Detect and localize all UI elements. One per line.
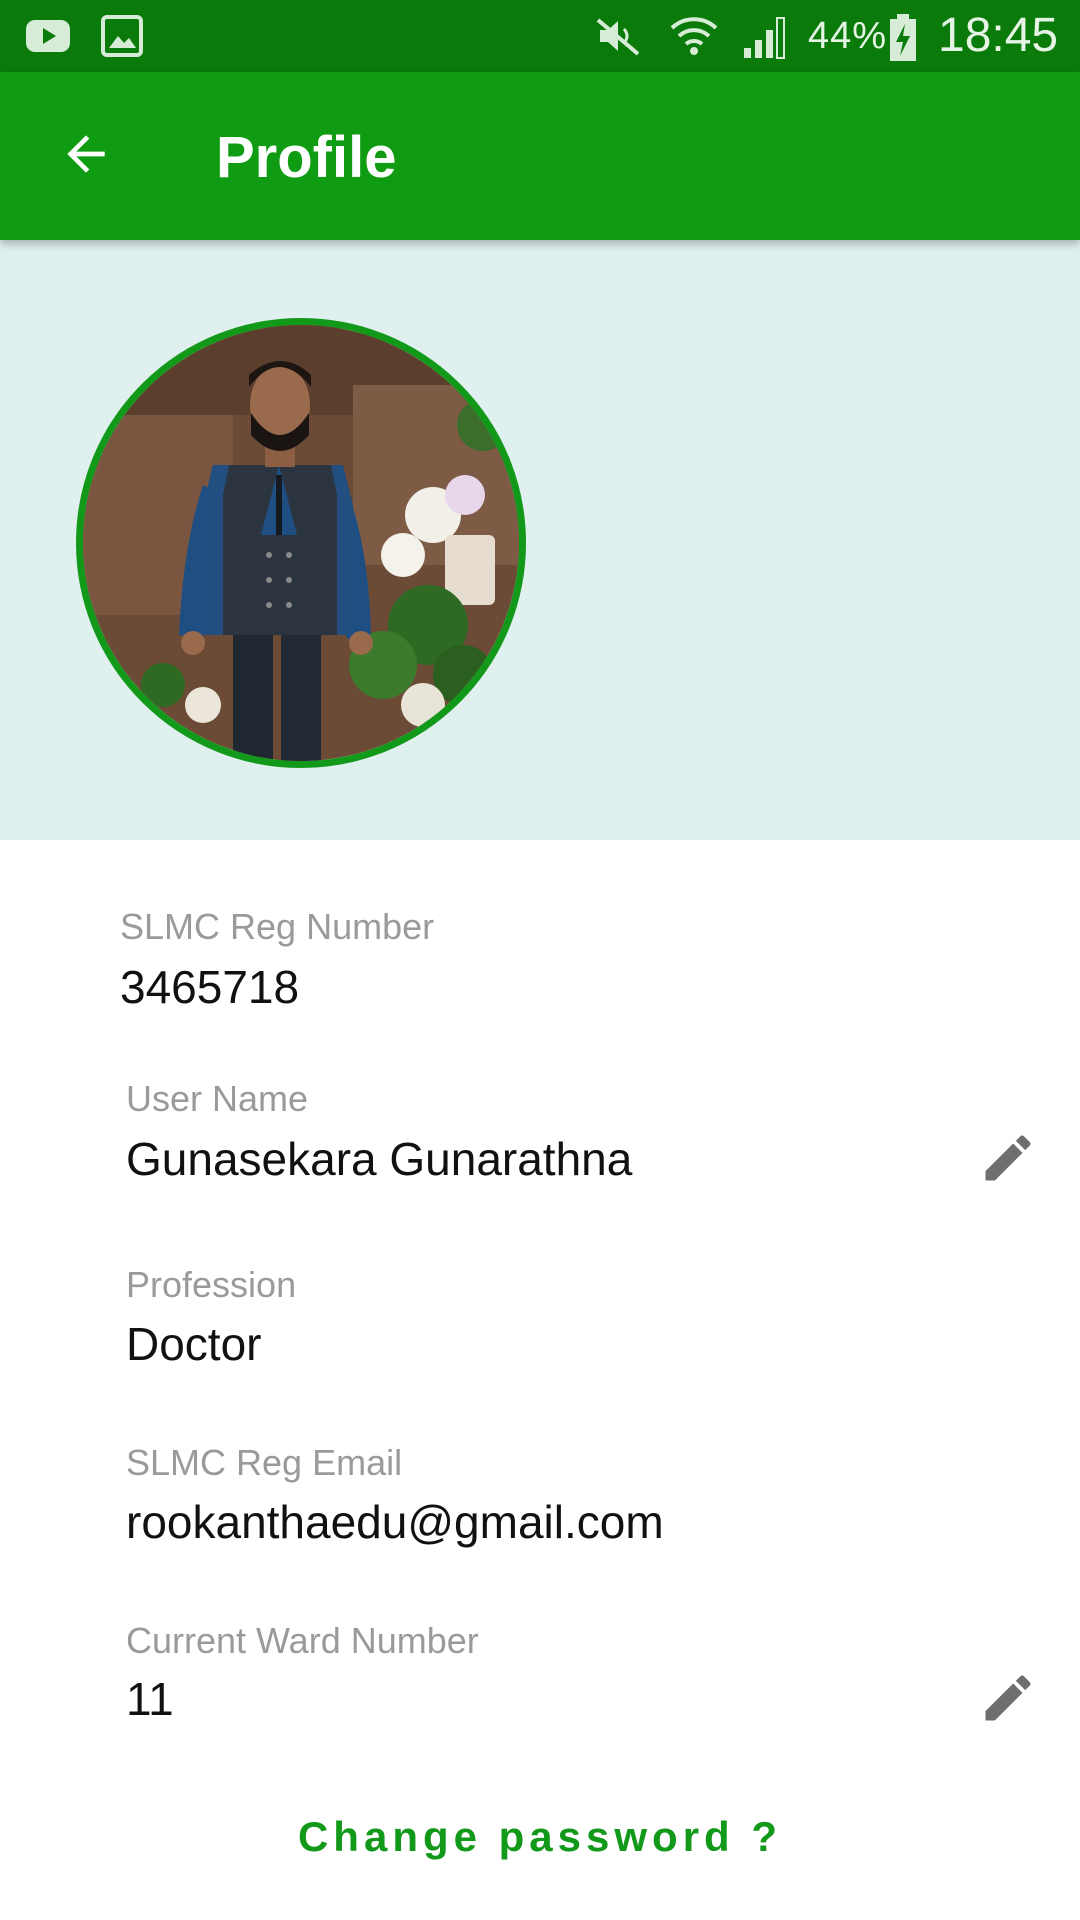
signal-icon <box>742 14 792 65</box>
app-bar: Profile <box>0 72 1080 240</box>
avatar[interactable] <box>76 318 526 768</box>
user-name-value: Gunasekara Gunarathna <box>126 1133 633 1185</box>
slmc-reg-number-label: SLMC Reg Number <box>120 906 435 947</box>
profession-value: Doctor <box>126 1318 262 1370</box>
current-ward-number-value: 11 <box>126 1673 174 1725</box>
arrow-back-icon <box>58 126 114 187</box>
status-bar: 44% 18:45 <box>0 0 1080 72</box>
edit-user-name-button[interactable] <box>972 1124 1044 1196</box>
gallery-icon <box>100 14 144 63</box>
profession-label: Profession <box>126 1264 297 1305</box>
slmc-reg-email-value: rookanthaedu@gmail.com <box>126 1496 664 1548</box>
mute-icon <box>594 14 642 63</box>
wifi-icon <box>668 14 720 65</box>
pencil-icon <box>978 1128 1038 1193</box>
battery-percent: 44% <box>808 15 888 57</box>
pencil-icon <box>978 1668 1038 1733</box>
edit-ward-number-button[interactable] <box>972 1664 1044 1736</box>
back-button[interactable] <box>42 112 130 200</box>
avatar-photo <box>83 325 519 761</box>
change-password-link[interactable]: Change password ? <box>0 1812 1080 1862</box>
status-clock: 18:45 <box>938 9 1059 62</box>
page-title: Profile <box>216 125 397 190</box>
slmc-reg-email-label: SLMC Reg Email <box>126 1442 403 1483</box>
youtube-icon <box>24 14 72 63</box>
battery-charging-icon <box>888 14 918 67</box>
profile-header <box>0 240 1080 840</box>
user-name-label: User Name <box>126 1078 309 1119</box>
current-ward-number-label: Current Ward Number <box>126 1620 479 1661</box>
slmc-reg-number-value: 3465718 <box>120 961 300 1013</box>
